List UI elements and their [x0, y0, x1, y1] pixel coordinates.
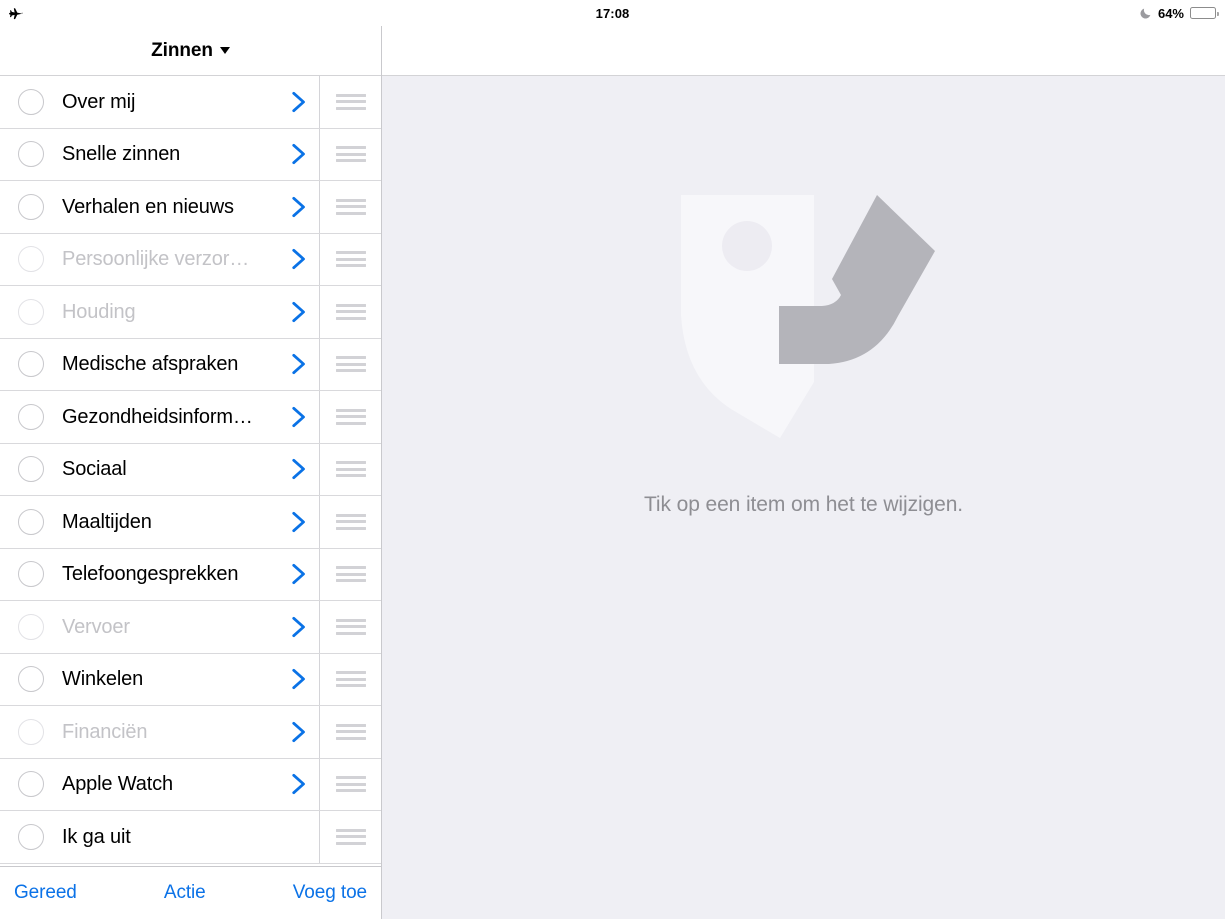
bottom-toolbar: Gereed Actie Voeg toe — [0, 866, 381, 919]
status-bar-right: 64% — [1139, 0, 1219, 26]
table-row[interactable]: Sociaal — [0, 443, 381, 496]
chevron-right-icon[interactable] — [275, 771, 319, 797]
table-row[interactable]: Medische afspraken — [0, 338, 381, 391]
status-bar-clock: 17:08 — [0, 0, 1225, 26]
row-label: Apple Watch — [62, 773, 173, 796]
table-row[interactable]: Verhalen en nieuws — [0, 181, 381, 234]
radio-circle-icon[interactable] — [18, 88, 44, 115]
chevron-right-icon[interactable] — [275, 404, 319, 430]
add-button[interactable]: Voeg toe — [291, 878, 369, 908]
reorder-handle-icon[interactable] — [319, 601, 381, 653]
detail-navigation-bar — [382, 26, 1225, 76]
radio-circle-icon[interactable] — [18, 351, 44, 378]
status-bar: 17:08 64% — [0, 0, 1225, 26]
chevron-right-icon[interactable] — [275, 351, 319, 377]
chevron-right-icon[interactable] — [275, 299, 319, 325]
split-view: Zinnen Over mij Snelle zinnen Verhalen en … — [0, 26, 1225, 919]
battery-percentage: 64% — [1157, 5, 1184, 21]
chevron-right-icon[interactable] — [275, 561, 319, 587]
sidebar-navigation-bar: Zinnen — [0, 26, 381, 76]
radio-circle-icon[interactable] — [18, 613, 44, 640]
row-label: Gezondheidsinform… — [62, 405, 253, 428]
table-row[interactable]: Gezondheidsinform… — [0, 391, 381, 444]
action-button[interactable]: Actie — [162, 878, 208, 908]
radio-circle-icon[interactable] — [18, 666, 44, 693]
table-row[interactable]: Ik ga uit — [0, 811, 381, 864]
reorder-handle-icon[interactable] — [319, 811, 381, 863]
table-row[interactable]: Snelle zinnen — [0, 128, 381, 181]
reorder-handle-icon[interactable] — [319, 128, 381, 180]
chevron-right-icon[interactable] — [275, 194, 319, 220]
reorder-handle-icon[interactable] — [319, 496, 381, 548]
row-label: Ik ga uit — [62, 825, 131, 848]
radio-circle-icon[interactable] — [18, 193, 44, 220]
row-label: Medische afspraken — [62, 353, 239, 376]
table-row[interactable]: Over mij — [0, 76, 381, 129]
radio-circle-icon[interactable] — [18, 561, 44, 588]
reorder-handle-icon[interactable] — [319, 706, 381, 758]
row-label: Financiën — [62, 720, 148, 743]
reorder-handle-icon[interactable] — [319, 338, 381, 390]
reorder-handle-icon[interactable] — [319, 653, 381, 705]
row-label: Over mij — [62, 90, 136, 113]
radio-circle-icon[interactable] — [18, 246, 44, 273]
chevron-right-icon[interactable] — [275, 719, 319, 745]
table-row[interactable]: Winkelen — [0, 653, 381, 706]
table-row[interactable]: Vervoer — [0, 601, 381, 654]
status-time: 17:08 — [595, 5, 630, 21]
row-label: Sociaal — [62, 458, 127, 481]
row-label: Persoonlijke verzor… — [62, 248, 250, 271]
row-label: Houding — [62, 300, 136, 323]
reorder-handle-icon[interactable] — [319, 181, 381, 233]
battery-icon — [1190, 7, 1219, 19]
table-row[interactable]: Apple Watch — [0, 758, 381, 811]
app-root: 17:08 64% Zinnen Over mij Snelle zinnen … — [0, 0, 1225, 919]
app-face-logo-icon — [673, 176, 935, 438]
radio-circle-icon[interactable] — [18, 298, 44, 325]
reorder-handle-icon[interactable] — [319, 548, 381, 600]
category-selector-button[interactable]: Zinnen — [147, 38, 234, 64]
detail-pane: Tik op een item om het te wijzigen. — [382, 26, 1225, 919]
phrase-category-list[interactable]: Over mij Snelle zinnen Verhalen en nieuws P… — [0, 76, 381, 866]
row-label: Vervoer — [62, 615, 130, 638]
chevron-right-icon[interactable] — [275, 614, 319, 640]
table-row[interactable]: Houding — [0, 286, 381, 339]
radio-circle-icon[interactable] — [18, 456, 44, 483]
radio-circle-icon[interactable] — [18, 141, 44, 168]
moon-do-not-disturb-icon — [1139, 7, 1152, 20]
chevron-right-icon[interactable] — [275, 141, 319, 167]
chevron-right-icon[interactable] — [275, 666, 319, 692]
detail-empty-state: Tik op een item om het te wijzigen. — [382, 76, 1225, 919]
reorder-handle-icon[interactable] — [319, 391, 381, 443]
table-row[interactable]: Persoonlijke verzor… — [0, 233, 381, 286]
reorder-handle-icon[interactable] — [319, 443, 381, 495]
reorder-handle-icon[interactable] — [319, 233, 381, 285]
page-title: Zinnen — [151, 39, 213, 61]
radio-circle-icon[interactable] — [18, 718, 44, 745]
row-label: Telefoongesprekken — [62, 563, 239, 586]
radio-circle-icon[interactable] — [18, 823, 44, 850]
radio-circle-icon[interactable] — [18, 508, 44, 535]
table-row[interactable]: Financiën — [0, 706, 381, 759]
chevron-down-icon — [219, 47, 230, 54]
master-pane: Zinnen Over mij Snelle zinnen Verhalen en … — [0, 26, 382, 919]
reorder-handle-icon[interactable] — [319, 76, 381, 128]
row-label: Winkelen — [62, 668, 144, 691]
reorder-handle-icon[interactable] — [319, 286, 381, 338]
radio-circle-icon[interactable] — [18, 403, 44, 430]
table-row[interactable]: Maaltijden — [0, 496, 381, 549]
row-label: Maaltijden — [62, 510, 152, 533]
chevron-right-icon[interactable] — [275, 246, 319, 272]
row-label: Verhalen en nieuws — [62, 195, 234, 218]
done-button[interactable]: Gereed — [12, 878, 79, 908]
empty-state-message: Tik op een item om het te wijzigen. — [643, 493, 964, 516]
row-label: Snelle zinnen — [62, 143, 181, 166]
radio-circle-icon[interactable] — [18, 771, 44, 798]
chevron-right-icon[interactable] — [275, 456, 319, 482]
chevron-right-icon[interactable] — [275, 89, 319, 115]
table-row[interactable]: Telefoongesprekken — [0, 548, 381, 601]
reorder-handle-icon[interactable] — [319, 758, 381, 810]
chevron-right-icon[interactable] — [275, 509, 319, 535]
